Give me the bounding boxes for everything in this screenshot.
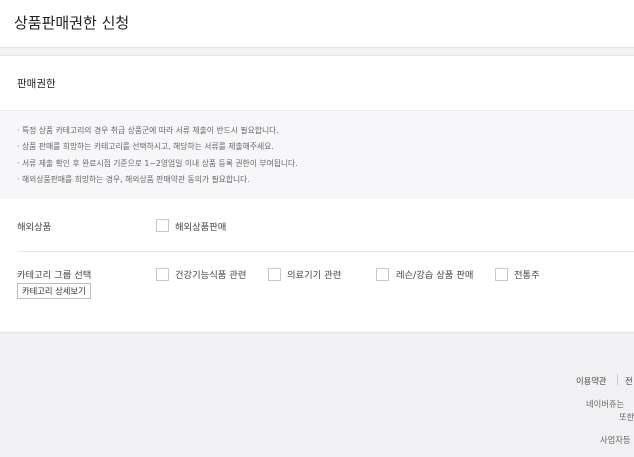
permission-card: 판매권한 특정 상품 카테고리의 경우 취급 상품군에 따라 서류 제출이 반드… [0,55,634,333]
notice-box: 특정 상품 카테고리의 경우 취급 상품군에 따라 서류 제출이 반드시 필요합… [0,110,634,199]
notice-item: 특정 상품 카테고리의 경우 취급 상품군에 따라 서류 제출이 반드시 필요합… [17,123,634,139]
overseas-sale-label[interactable]: 해외상품판매 [175,219,226,233]
footer-text-line1: 네이버쥬는 [586,399,625,409]
medical-device-checkbox[interactable] [268,268,281,281]
lesson-label[interactable]: 레슨/강습 상품 판매 [396,267,473,281]
overseas-sale-checkbox[interactable] [156,219,169,232]
notice-item: 상품 판매를 희망하는 카테고리를 선택하시고, 해당하는 서류를 제출해주세요… [17,139,634,155]
health-food-checkbox[interactable] [156,268,169,281]
row-divider [17,251,634,252]
footer-separator [617,374,618,385]
footer-text-line2: 또한 [619,412,634,422]
footer-terms-link[interactable]: 이용약관 [576,375,607,387]
overseas-label: 해외상품 [17,222,52,233]
medical-device-label[interactable]: 의료기기 관련 [287,267,341,281]
lesson-checkbox[interactable] [376,268,389,281]
notice-item: 서류 제출 확인 후 완료시점 기준으로 1~2영업일 이내 상품 등록 권한이… [17,156,634,172]
footer-text-line3: 사업자등 [600,435,631,445]
traditional-liquor-checkbox[interactable] [495,268,508,281]
category-detail-button[interactable]: 카테고리 상세보기 [17,283,91,299]
page-title: 상품판매권한 신청 [14,14,130,32]
category-group-label: 카테고리 그룹 선택 [17,270,92,281]
traditional-liquor-label[interactable]: 전통주 [514,267,540,281]
page-header: 상품판매권한 신청 [0,0,634,48]
section-title: 판매권한 [17,78,56,90]
footer-next-link[interactable]: 전 [625,375,633,387]
notice-item: 해외상품판매를 희망하는 경우, 해외상품 판매약관 동의가 필요합니다. [17,172,634,188]
health-food-label[interactable]: 건강기능식품 관련 [175,267,246,281]
